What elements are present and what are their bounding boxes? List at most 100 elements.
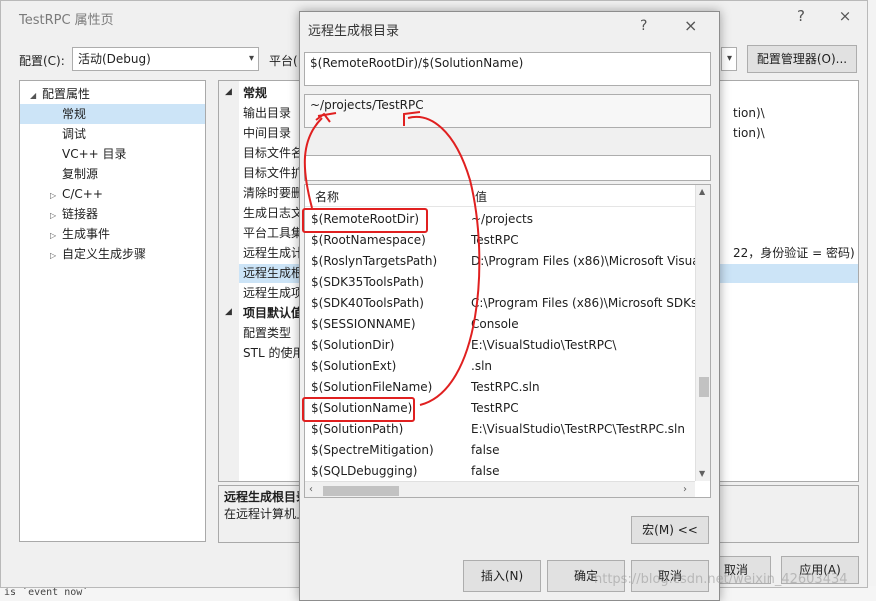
grid-property-value: tion)\ (733, 126, 765, 140)
grid-property-name: 生成日志文 (243, 206, 304, 220)
expand-icon[interactable]: ▷ (50, 186, 62, 206)
grid-property-name: 配置类型 (243, 326, 292, 340)
tree-item[interactable]: ▷ C/C++ (20, 184, 205, 204)
macro-name: $(RootNamespace) (311, 233, 426, 247)
macro-row[interactable]: $(SolutionPath) E:\VisualStudio\TestRPC\T… (305, 419, 695, 440)
macro-name: $(SQLDebugging) (311, 464, 418, 478)
help-icon[interactable]: ? (640, 18, 647, 34)
macros-toggle-button[interactable]: 宏(M) << (631, 516, 709, 544)
tree-item-label: 链接器 (62, 207, 99, 221)
hscroll-thumb[interactable] (323, 486, 399, 496)
scroll-left-icon[interactable]: ‹ (309, 484, 313, 495)
macro-row[interactable]: $(SolutionDir) E:\VisualStudio\TestRPC\ (305, 335, 695, 356)
evaluated-value-field: ~/projects/TestRPC (304, 94, 711, 128)
platform-combo-arrow[interactable]: ▾ (721, 47, 737, 71)
macro-name: $(SolutionExt) (311, 359, 397, 373)
tree-item[interactable]: 复制源 (20, 164, 205, 184)
scroll-thumb[interactable] (699, 377, 709, 397)
close-icon[interactable]: × (684, 16, 697, 35)
tree-item[interactable]: ◢ 配置属性 (20, 84, 205, 104)
grid-gutter (219, 81, 239, 481)
chevron-down-icon: ▾ (248, 53, 254, 64)
property-tree: ◢ 配置属性 常规 调试 VC++ 目录 复制源 ▷ C/C++ ▷ 链接器 ▷ 生成事件 ▷ 自定义生成… (19, 80, 206, 542)
macro-value: .sln (471, 359, 493, 373)
macro-value: E:\VisualStudio\TestRPC\TestRPC.sln (471, 422, 685, 436)
grid-property-name: 远程生成根 (243, 266, 304, 280)
macro-filter-input[interactable] (304, 155, 711, 181)
col-name-header[interactable]: 名称 (315, 188, 339, 205)
insert-button[interactable]: 插入(N) (463, 560, 541, 592)
macro-value: TestRPC (471, 401, 519, 415)
close-button[interactable]: × (827, 5, 863, 27)
scroll-right-icon[interactable]: › (683, 484, 687, 495)
macro-value: C:\Program Files (x86)\Microsoft SDKs (471, 296, 695, 310)
macro-row[interactable]: $(RootNamespace) TestRPC (305, 230, 695, 251)
tree-item[interactable]: ▷ 生成事件 (20, 224, 205, 244)
macro-value: E:\VisualStudio\TestRPC\ (471, 338, 617, 352)
config-combo[interactable]: 活动(Debug) ▾ (72, 47, 259, 71)
grid-property-name: 输出目录 (243, 106, 292, 120)
scroll-down-icon[interactable]: ▼ (699, 469, 705, 478)
macro-value: TestRPC.sln (471, 380, 540, 394)
macro-name: $(SolutionDir) (311, 338, 395, 352)
macro-row[interactable]: $(SpectreMitigation) false (305, 440, 695, 461)
tree-item[interactable]: 调试 (20, 124, 205, 144)
macro-row[interactable]: $(SESSIONNAME) Console (305, 314, 695, 335)
dialog-title: 远程生成根目录 (308, 24, 400, 39)
grid-property-name: 远程生成项 (243, 286, 304, 300)
macro-value: D:\Program Files (x86)\Microsoft Visua (471, 254, 695, 268)
grid-property-name: 中间目录 (243, 126, 292, 140)
highlight-remote-root-dir (302, 208, 428, 233)
macro-value: TestRPC (471, 233, 519, 247)
help-button[interactable]: ? (783, 5, 819, 27)
macro-name: $(SDK35ToolsPath) (311, 275, 424, 289)
expand-icon[interactable]: ▷ (50, 226, 62, 246)
scroll-up-icon[interactable]: ▲ (699, 187, 705, 196)
tree-item-label: 生成事件 (62, 227, 111, 241)
tree-item-label: 调试 (62, 127, 87, 141)
grid-property-value: 22，身份验证 = 密码) (733, 246, 855, 260)
expand-icon[interactable]: ▷ (50, 206, 62, 226)
macro-value: ~/projects (471, 212, 533, 226)
tree-item-label: C/C++ (62, 187, 103, 201)
macro-row[interactable]: $(SDK35ToolsPath) (305, 272, 695, 293)
collapse-icon[interactable]: ◢ (30, 86, 42, 106)
tree-item-label: 复制源 (62, 167, 99, 181)
tree-item-label: 配置属性 (42, 87, 91, 101)
macro-name: $(SolutionPath) (311, 422, 404, 436)
tree-item[interactable]: 常规 (20, 104, 205, 124)
vertical-scrollbar[interactable]: ▲ ▼ (695, 185, 710, 481)
config-label: 配置(C): (19, 54, 65, 68)
collapse-icon[interactable]: ◢ (225, 87, 232, 97)
config-value: 活动(Debug) (78, 52, 151, 66)
macro-row[interactable]: $(RoslynTargetsPath) D:\Program Files (x8… (305, 251, 695, 272)
macro-value: Console (471, 317, 519, 331)
grid-property-name: 项目默认值 (243, 306, 304, 320)
grid-property-value: tion)\ (733, 106, 765, 120)
tree-item-label: 自定义生成步骤 (62, 247, 147, 261)
grid-property-name: 清除时要删 (243, 186, 304, 200)
config-manager-button[interactable]: 配置管理器(O)... (747, 45, 857, 73)
macro-list-header: 名称 值 (305, 185, 695, 207)
tree-item[interactable]: ▷ 自定义生成步骤 (20, 244, 205, 264)
macro-name: $(SpectreMitigation) (311, 443, 434, 457)
macro-row[interactable]: $(SolutionFileName) TestRPC.sln (305, 377, 695, 398)
grid-property-name: 目标文件名 (243, 146, 304, 160)
macro-row[interactable]: $(SQLDebugging) false (305, 461, 695, 482)
tree-item-label: VC++ 目录 (62, 147, 127, 161)
col-value-header[interactable]: 值 (475, 188, 487, 205)
chevron-down-icon: ▾ (726, 53, 732, 64)
collapse-icon[interactable]: ◢ (225, 307, 232, 317)
macro-row[interactable]: $(SolutionExt) .sln (305, 356, 695, 377)
macro-value: false (471, 443, 500, 457)
macro-row[interactable]: $(SDK40ToolsPath) C:\Program Files (x86)\… (305, 293, 695, 314)
macro-edit-field[interactable]: $(RemoteRootDir)/$(SolutionName) (304, 52, 711, 86)
grid-property-name: 远程生成计 (243, 246, 304, 260)
horizontal-scrollbar[interactable]: ‹ › (305, 481, 695, 497)
tree-item[interactable]: VC++ 目录 (20, 144, 205, 164)
expand-icon[interactable]: ▷ (50, 246, 62, 266)
tree-item[interactable]: ▷ 链接器 (20, 204, 205, 224)
grid-property-name: 常规 (243, 86, 268, 100)
grid-property-name: 平台工具集 (243, 226, 304, 240)
macro-name: $(SDK40ToolsPath) (311, 296, 424, 310)
